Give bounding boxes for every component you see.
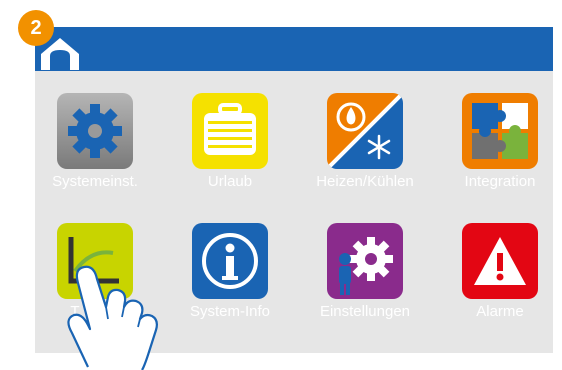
tile-integration[interactable]: Integration (440, 71, 560, 190)
pointing-hand-icon (67, 265, 158, 370)
tile-system-info[interactable]: System-Info (170, 201, 290, 320)
user-gear-icon (327, 223, 403, 299)
tile-systemeinst[interactable]: Systemeinst. (35, 71, 155, 190)
tile-urlaub[interactable]: Urlaub (170, 71, 290, 190)
info-icon (192, 223, 268, 299)
gear-icon (57, 93, 133, 169)
suitcase-icon (192, 93, 268, 169)
tile-label: Urlaub (207, 173, 253, 190)
tile-label: Systemeinst. (52, 173, 138, 190)
tile-label: Integration (464, 173, 536, 190)
puzzle-icon (462, 93, 538, 169)
step-badge: 2 (18, 10, 54, 46)
tile-label: Heizen/Kühlen (316, 173, 414, 190)
tile-label: System-Info (189, 303, 271, 320)
heat-cool-icon (327, 93, 403, 169)
tile-heizen-kuehlen[interactable]: Heizen/Kühlen (305, 71, 425, 190)
tile-einstellungen[interactable]: Einstellungen (305, 201, 425, 320)
tile-label: Alarme (476, 303, 524, 320)
top-bar (35, 27, 553, 71)
warning-icon (462, 223, 538, 299)
tile-label: Einstellungen (319, 303, 411, 320)
tile-alarme[interactable]: Alarme (440, 201, 560, 320)
